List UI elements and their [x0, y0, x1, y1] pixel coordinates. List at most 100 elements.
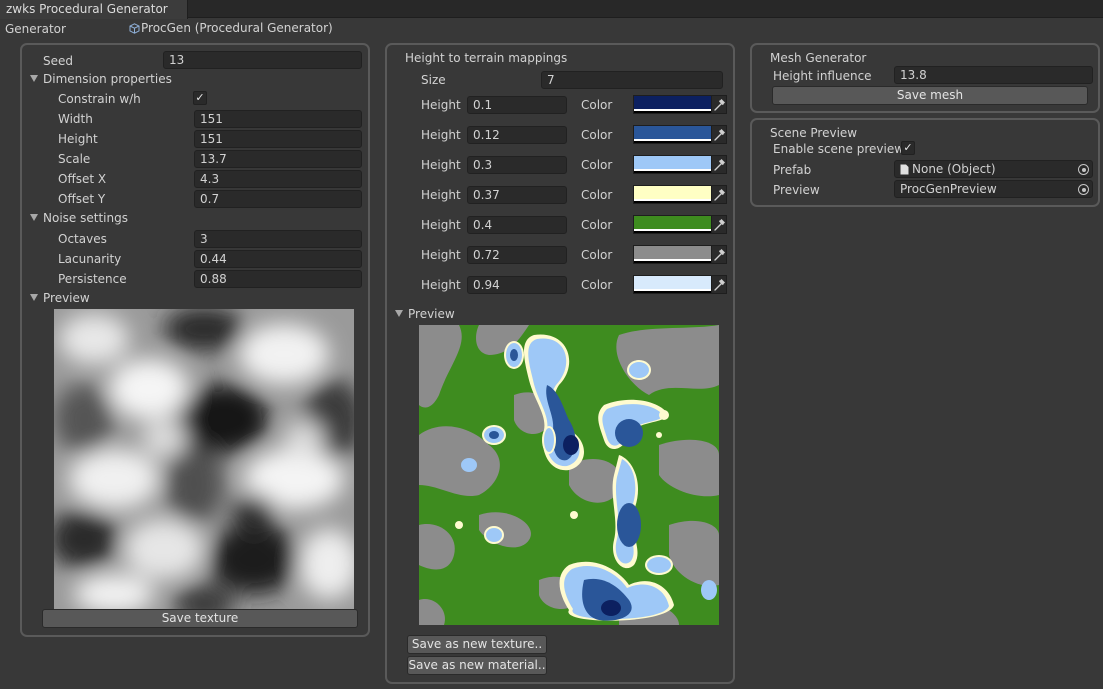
script-cube-icon — [129, 23, 140, 34]
height-influence-field[interactable]: 13.8 — [894, 66, 1093, 84]
mapping-color-swatch[interactable] — [633, 185, 712, 204]
terrain-preview-foldout[interactable]: Preview — [394, 306, 455, 322]
persistence-label: Persistence — [58, 272, 127, 286]
noise-preview-foldout[interactable]: Preview — [29, 290, 90, 306]
save-mesh-button[interactable]: Save mesh — [772, 86, 1088, 105]
mapping-color-swatch[interactable] — [633, 125, 712, 144]
alpha-bar-background — [634, 291, 711, 293]
prefab-value: None (Object) — [912, 162, 996, 176]
width-field[interactable]: 151 — [194, 110, 362, 128]
preview-object-label: Preview — [773, 183, 820, 197]
eyedropper-icon[interactable] — [711, 125, 727, 144]
window-tab[interactable]: zwks Procedural Generator — [0, 0, 188, 19]
constrain-checkbox[interactable]: ✓ — [193, 91, 207, 105]
mapping-color-label: Color — [581, 158, 613, 172]
width-label: Width — [58, 112, 93, 126]
mapping-height-field[interactable]: 0.37 — [467, 186, 567, 204]
mapping-color-label: Color — [581, 248, 613, 262]
mapping-color-swatch[interactable] — [633, 215, 712, 234]
window-tab-strip: zwks Procedural Generator — [0, 0, 1103, 19]
mapping-height-field[interactable]: 0.4 — [467, 216, 567, 234]
mapping-color-swatch[interactable] — [633, 155, 712, 174]
mapping-height-label: Height — [421, 98, 461, 112]
color-fill — [634, 126, 711, 139]
scale-field[interactable]: 13.7 — [194, 150, 362, 168]
terrain-preview-label: Preview — [408, 307, 455, 321]
mapping-color-swatch[interactable] — [633, 95, 712, 114]
height-label: Height — [58, 132, 98, 146]
dimension-properties-label: Dimension properties — [43, 72, 172, 86]
object-picker-icon[interactable] — [1078, 184, 1089, 195]
mapping-color-label: Color — [581, 218, 613, 232]
eyedropper-icon[interactable] — [711, 95, 727, 114]
alpha-bar-background — [634, 231, 711, 233]
seed-field[interactable]: 13 — [163, 51, 362, 69]
mapping-color-swatch[interactable] — [633, 275, 712, 294]
eyedropper-icon[interactable] — [711, 185, 727, 204]
mapping-color-label: Color — [581, 98, 613, 112]
preview-object-field[interactable]: ProcGenPreview — [894, 180, 1093, 198]
height-field[interactable]: 151 — [194, 130, 362, 148]
preview-object-value: ProcGenPreview — [900, 182, 997, 196]
offset-x-field[interactable]: 4.3 — [194, 170, 362, 188]
mapping-height-label: Height — [421, 248, 461, 262]
color-fill — [634, 156, 711, 169]
lacunarity-label: Lacunarity — [58, 252, 122, 266]
eyedropper-icon[interactable] — [711, 155, 727, 174]
mapping-height-field[interactable]: 0.72 — [467, 246, 567, 264]
offset-y-label: Offset Y — [58, 192, 106, 206]
mapping-height-label: Height — [421, 218, 461, 232]
offset-y-field[interactable]: 0.7 — [194, 190, 362, 208]
offset-x-label: Offset X — [58, 172, 107, 186]
eyedropper-icon[interactable] — [711, 215, 727, 234]
mapping-height-field[interactable]: 0.94 — [467, 276, 567, 294]
octaves-field[interactable]: 3 — [194, 230, 362, 248]
alpha-bar-background — [634, 201, 711, 203]
foldout-expanded-icon — [30, 75, 38, 82]
octaves-label: Octaves — [58, 232, 107, 246]
color-fill — [634, 276, 711, 289]
terrain-mappings-title: Height to terrain mappings — [405, 51, 568, 65]
mapping-color-swatch[interactable] — [633, 245, 712, 264]
scene-preview-title: Scene Preview — [770, 126, 858, 140]
noise-settings-label: Noise settings — [43, 211, 128, 225]
size-field[interactable]: 7 — [541, 71, 723, 89]
constrain-label: Constrain w/h — [58, 92, 141, 106]
seed-label: Seed — [43, 54, 73, 68]
object-picker-icon[interactable] — [1078, 164, 1089, 175]
prefab-object-field[interactable]: None (Object) — [894, 160, 1093, 178]
mapping-height-label: Height — [421, 158, 461, 172]
color-fill — [634, 96, 711, 109]
noise-preview-label: Preview — [43, 291, 90, 305]
lacunarity-field[interactable]: 0.44 — [194, 250, 362, 268]
mapping-height-field[interactable]: 0.3 — [467, 156, 567, 174]
save-new-texture-button[interactable]: Save as new texture.. — [407, 635, 547, 654]
height-influence-label: Height influence — [773, 69, 872, 83]
prefab-label: Prefab — [773, 163, 812, 177]
save-new-material-button[interactable]: Save as new material.. — [407, 656, 547, 675]
eyedropper-icon[interactable] — [711, 275, 727, 294]
mapping-height-field[interactable]: 0.1 — [467, 96, 567, 114]
mapping-height-label: Height — [421, 278, 461, 292]
noise-settings-foldout[interactable]: Noise settings — [29, 210, 128, 226]
foldout-expanded-icon — [30, 214, 38, 221]
alpha-bar-background — [634, 171, 711, 173]
dimension-properties-foldout[interactable]: Dimension properties — [29, 71, 172, 87]
mapping-color-label: Color — [581, 188, 613, 202]
generator-object-value: ProcGen (Procedural Generator) — [141, 21, 333, 35]
enable-scene-preview-checkbox[interactable]: ✓ — [901, 141, 915, 155]
size-label: Size — [421, 73, 446, 87]
save-texture-button[interactable]: Save texture — [42, 609, 358, 628]
color-fill — [634, 246, 711, 259]
scale-label: Scale — [58, 152, 91, 166]
mapping-height-label: Height — [421, 188, 461, 202]
foldout-expanded-icon — [30, 294, 38, 301]
mapping-height-field[interactable]: 0.12 — [467, 126, 567, 144]
persistence-field[interactable]: 0.88 — [194, 270, 362, 288]
generator-object-field[interactable]: ProcGen (Procedural Generator) — [127, 20, 1103, 38]
alpha-bar-background — [634, 141, 711, 143]
color-fill — [634, 216, 711, 229]
color-fill — [634, 186, 711, 199]
terrain-preview-image — [419, 325, 719, 625]
eyedropper-icon[interactable] — [711, 245, 727, 264]
